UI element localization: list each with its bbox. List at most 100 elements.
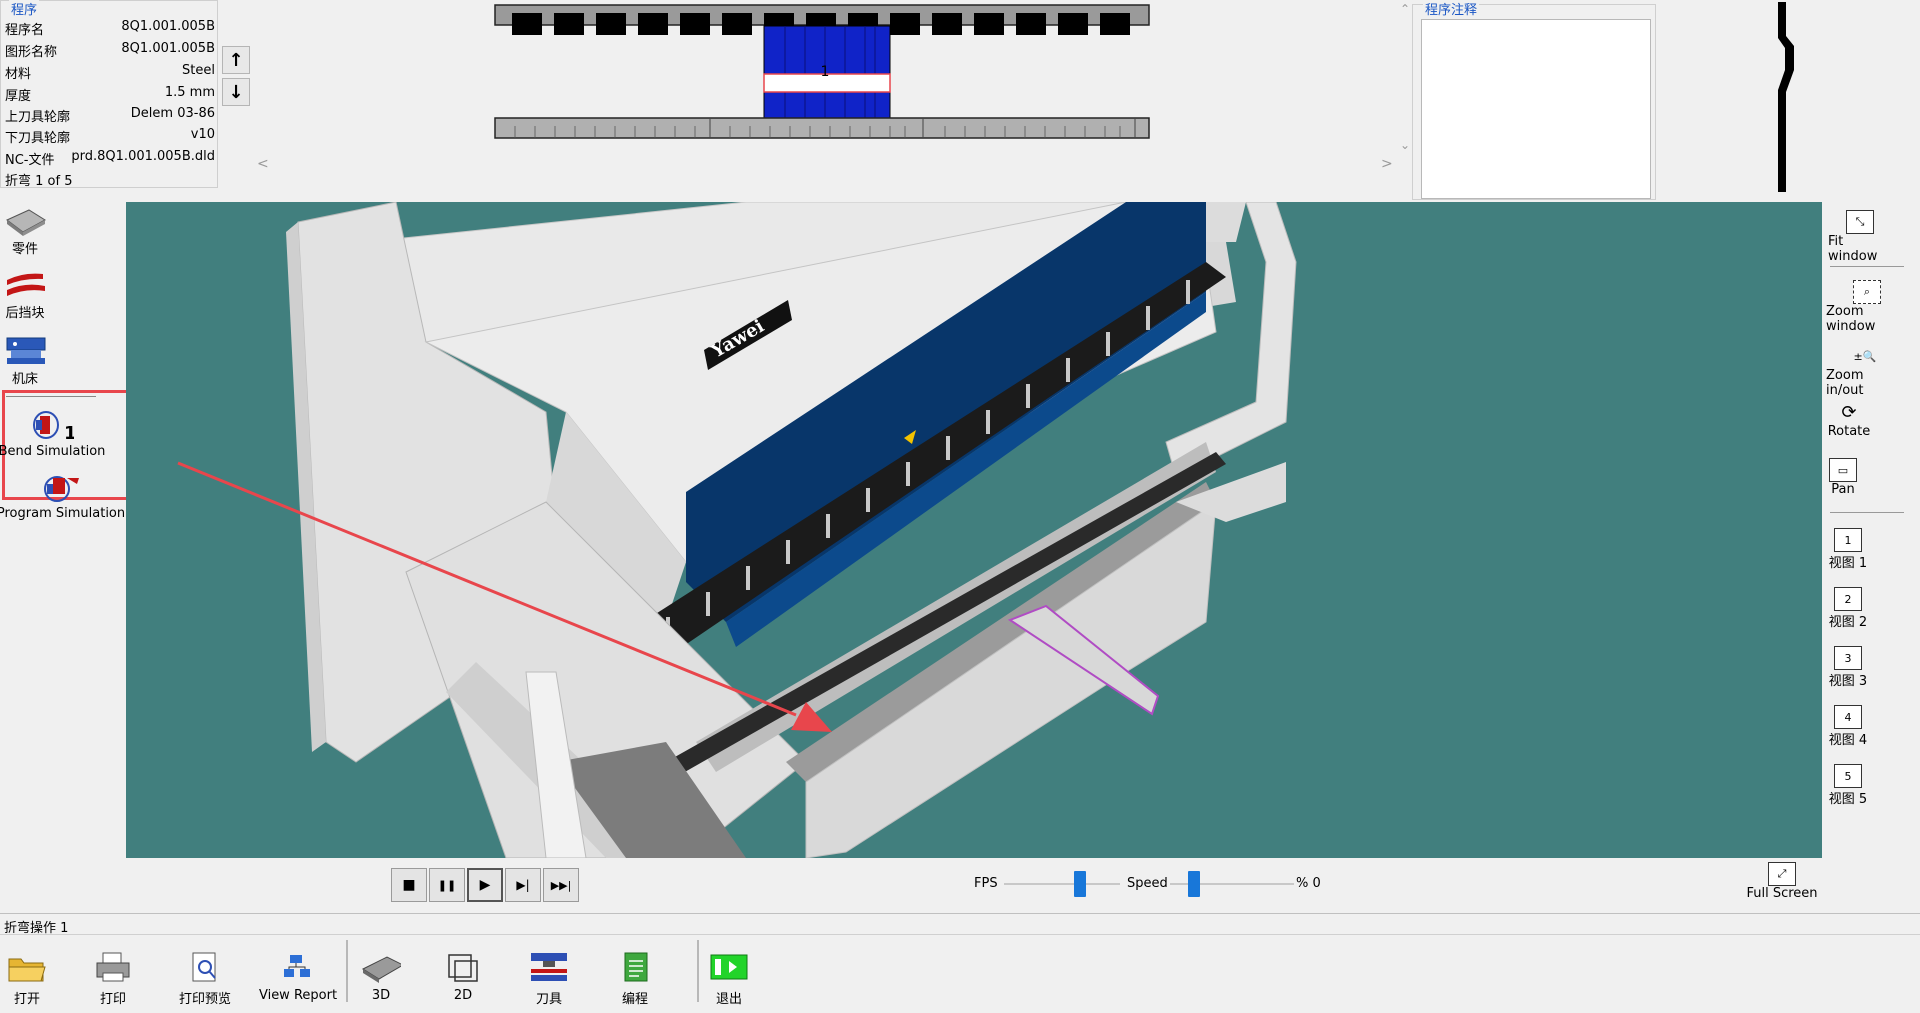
material-row: 材料 Steel — [5, 63, 215, 84]
pause-icon: ❚❚ — [437, 878, 457, 892]
lower-tool-row: 下刀具轮廓 v10 — [5, 127, 215, 148]
nc-file-label: NC-文件 — [5, 153, 55, 168]
part-profile-preview — [1778, 2, 1794, 192]
view-2-icon: 2 — [1834, 587, 1862, 611]
exit-label: 退出 — [715, 992, 742, 1007]
full-screen-icon: ⤢ — [1768, 862, 1796, 886]
previous-bend-button[interactable]: ↑ — [222, 46, 250, 74]
lower-tool-value: v10 — [190, 127, 215, 142]
view-report-icon — [278, 950, 318, 984]
scroll-left-arrow[interactable]: < — [257, 156, 269, 172]
print-preview-label: 打印预览 — [178, 992, 231, 1007]
program-notes-legend: 程序注释 — [1423, 0, 1480, 18]
programming-label: 编程 — [621, 992, 648, 1007]
drawing-name-row: 图形名称 8Q1.001.005B — [5, 41, 215, 62]
program-simulation-icon — [44, 476, 79, 502]
exit-icon — [709, 950, 749, 984]
3d-viewport[interactable]: Yawei — [126, 202, 1822, 858]
right-toolbar-separator — [1830, 266, 1904, 267]
nc-file-value: prd.8Q1.001.005B.dld — [71, 149, 215, 164]
machine-button[interactable]: 机床 — [0, 334, 50, 387]
programming-button[interactable]: 编程 — [612, 950, 658, 1007]
status-text: 折弯操作 1 — [4, 921, 69, 936]
play-button[interactable]: ▶ — [467, 868, 503, 902]
backgauge-button[interactable]: 后挡块 — [0, 270, 50, 321]
tools-button[interactable]: 刀具 — [526, 950, 572, 1007]
print-preview-icon — [185, 950, 225, 984]
view-1-label: 视图 1 — [1828, 556, 1868, 571]
svg-text:1: 1 — [64, 423, 74, 442]
tools-icon — [529, 950, 569, 984]
bend-status-text: 折弯 1 of 5 — [5, 174, 73, 189]
bottom-toolbar-separator-2 — [697, 940, 699, 1002]
zoom-window-icon: ⌕ — [1853, 280, 1881, 304]
tooling-overview[interactable]: 1 < > — [255, 0, 1395, 172]
machine-icon — [6, 337, 46, 364]
rotate-label: Rotate — [1827, 424, 1871, 439]
pan-button[interactable]: ▭ Pan — [1826, 458, 1860, 497]
skip-to-end-icon: ▶▶| — [550, 878, 572, 892]
print-button[interactable]: 打印 — [90, 950, 136, 1007]
view-4-button[interactable]: 4 视图 4 — [1826, 705, 1870, 748]
2d-view-button[interactable]: 2D — [442, 950, 484, 1003]
program-notes-textarea[interactable] — [1421, 19, 1651, 199]
speed-slider-thumb[interactable] — [1188, 871, 1200, 897]
upper-tool-row: 上刀具轮廓 Delem 03-86 — [5, 106, 215, 127]
view-1-button[interactable]: 1 视图 1 — [1826, 528, 1870, 571]
machine-label: 机床 — [11, 372, 38, 387]
press-brake-3d-model: Yawei — [177, 202, 1297, 858]
part-button[interactable]: 零件 — [0, 206, 50, 257]
bend-simulation-icon: 1 — [33, 411, 74, 442]
fps-slider-thumb[interactable] — [1074, 871, 1086, 897]
fps-slider-track[interactable] — [1004, 883, 1120, 885]
next-bend-button[interactable]: ↓ — [222, 78, 250, 106]
program-name-label: 程序名 — [5, 23, 45, 38]
step-forward-icon: ▶| — [516, 878, 530, 892]
backgauge-icon — [7, 273, 45, 296]
view-2-label: 视图 2 — [1828, 615, 1868, 630]
zoom-window-button[interactable]: ⌕ Zoom window — [1826, 280, 1908, 334]
view-5-label: 视图 5 — [1828, 792, 1868, 807]
exit-button[interactable]: 退出 — [706, 950, 752, 1007]
rotate-button[interactable]: ⟳ Rotate — [1826, 400, 1872, 440]
view-4-icon: 4 — [1834, 705, 1862, 729]
part-label: 零件 — [11, 242, 38, 257]
full-screen-button[interactable]: ⤢ Full Screen — [1746, 862, 1818, 901]
fps-label: FPS — [974, 876, 998, 891]
3d-view-label: 3D — [371, 988, 391, 1003]
scroll-down-arrow[interactable]: ⌄ — [1400, 138, 1410, 152]
pan-label: Pan — [1831, 482, 1855, 497]
print-preview-button[interactable]: 打印预览 — [172, 950, 238, 1007]
view-3-label: 视图 3 — [1828, 674, 1868, 689]
thickness-row: 厚度 1.5 mm — [5, 85, 215, 106]
fit-window-button[interactable]: ⤡ Fit window — [1828, 210, 1892, 264]
scroll-up-arrow[interactable]: ⌃ — [1400, 2, 1410, 16]
view-3-icon: 3 — [1834, 646, 1862, 670]
pause-button[interactable]: ❚❚ — [429, 868, 465, 902]
program-simulation-button[interactable]: Program Simulation — [0, 474, 125, 521]
view-2-button[interactable]: 2 视图 2 — [1826, 587, 1870, 630]
view-report-button[interactable]: View Report — [258, 950, 338, 1003]
bend-simulation-button[interactable]: 1 Bend Simulation — [0, 408, 105, 459]
material-value: Steel — [182, 63, 215, 78]
skip-to-end-button[interactable]: ▶▶| — [543, 868, 579, 902]
right-toolbar-separator-2 — [1830, 512, 1904, 513]
view-report-label: View Report — [258, 988, 338, 1003]
scroll-right-arrow[interactable]: > — [1381, 156, 1393, 172]
stop-button[interactable]: ■ — [391, 868, 427, 902]
backgauge-label: 后挡块 — [5, 306, 45, 321]
part-icon — [6, 209, 46, 236]
fit-window-icon: ⤡ — [1846, 210, 1874, 234]
tooling-diagram: 1 — [494, 4, 1150, 139]
drawing-name-value: 8Q1.001.005B — [121, 41, 215, 56]
open-button[interactable]: 打开 — [4, 950, 50, 1007]
pan-icon: ▭ — [1829, 458, 1857, 482]
tools-label: 刀具 — [535, 992, 562, 1007]
stop-icon: ■ — [402, 877, 416, 893]
view-5-button[interactable]: 5 视图 5 — [1826, 764, 1870, 807]
zoom-in-out-button[interactable]: ±🔍 Zoom in/out — [1826, 344, 1904, 399]
view-3-button[interactable]: 3 视图 3 — [1826, 646, 1870, 689]
step-forward-button[interactable]: ▶| — [505, 868, 541, 902]
full-screen-label: Full Screen — [1746, 886, 1818, 901]
3d-view-button[interactable]: 3D — [358, 950, 404, 1003]
